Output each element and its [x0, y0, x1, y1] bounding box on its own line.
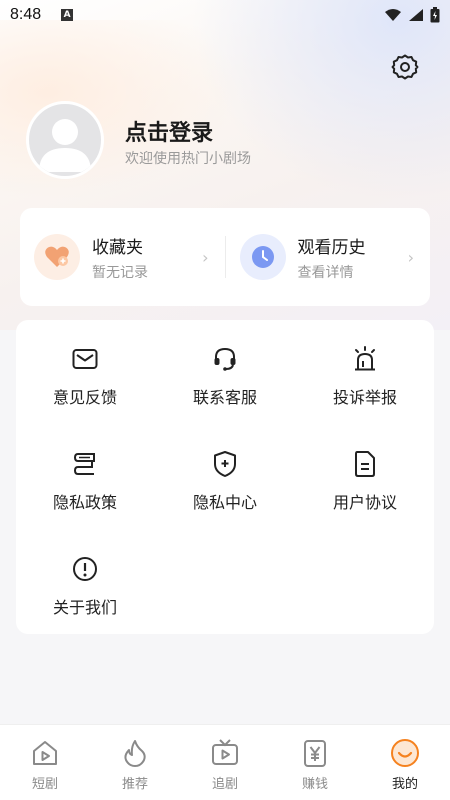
- menu-item-about[interactable]: 关于我们: [25, 554, 145, 618]
- policy-icon: [70, 449, 100, 479]
- history-text: 观看历史 查看详情: [298, 233, 366, 282]
- menu-label: 意见反馈: [52, 388, 117, 407]
- menu-item-user-agreement[interactable]: 用户协议: [305, 449, 425, 513]
- favorites-text: 收藏夹 暂无记录: [92, 233, 148, 282]
- document-icon: [350, 449, 380, 479]
- menu-item-privacy-policy[interactable]: 隐私政策: [25, 449, 145, 513]
- menu-label: 联系客服: [192, 388, 257, 407]
- favorites-subtitle: 暂无记录: [92, 264, 148, 281]
- menu-item-customer-service[interactable]: 联系客服: [165, 344, 285, 408]
- tab-follow[interactable]: 追剧: [180, 725, 270, 800]
- menu-item-feedback[interactable]: 意见反馈: [25, 344, 145, 408]
- home-play-icon: [29, 737, 61, 769]
- shield-icon: [210, 449, 240, 479]
- smile-icon: [389, 737, 421, 769]
- menu-item-report[interactable]: 投诉举报: [305, 344, 425, 408]
- signal-icon: [409, 9, 423, 21]
- tab-short-drama[interactable]: 短剧: [0, 725, 90, 800]
- default-avatar-icon: [39, 119, 91, 172]
- tab-label: 追剧: [211, 777, 238, 792]
- tab-label: 短剧: [31, 777, 58, 792]
- login-subtitle: 欢迎使用热门小剧场: [125, 151, 251, 167]
- battery-icon: [430, 7, 440, 23]
- avatar[interactable]: [26, 101, 104, 179]
- menu-label: 用户协议: [332, 493, 397, 512]
- menu-label: 隐私中心: [192, 493, 257, 512]
- history-title: 观看历史: [297, 237, 366, 258]
- tab-label: 赚钱: [301, 777, 328, 792]
- status-time: 8:48: [10, 6, 42, 23]
- tab-label: 我的: [391, 777, 418, 792]
- clock-icon: [239, 234, 286, 280]
- header-tint-warm: [0, 20, 240, 200]
- history-entry[interactable]: 观看历史 查看详情 ›: [226, 208, 431, 306]
- flame-icon: [119, 737, 151, 769]
- notification-icon: A: [61, 9, 74, 21]
- info-icon: [70, 554, 100, 584]
- yen-icon: [299, 737, 331, 769]
- status-bar: 8:48 A: [0, 0, 450, 30]
- menu-label: 关于我们: [52, 598, 117, 617]
- tab-earn[interactable]: 赚钱: [270, 725, 360, 800]
- history-subtitle: 查看详情: [297, 264, 354, 281]
- alarm-icon: [350, 344, 380, 374]
- quick-access-card: 收藏夹 暂无记录 › 观看历史 查看详情 ›: [20, 208, 430, 306]
- status-icons: [384, 7, 440, 23]
- headset-icon: [210, 344, 240, 374]
- menu-label: 隐私政策: [52, 493, 117, 512]
- tv-icon: [209, 737, 241, 769]
- settings-button[interactable]: [388, 50, 422, 84]
- menu-card: 意见反馈 联系客服 投诉举报 隐私政策 隐私中心 用户协议 关于我们: [16, 320, 434, 634]
- heart-icon: [34, 234, 80, 280]
- login-title[interactable]: 点击登录: [125, 115, 213, 147]
- tab-recommend[interactable]: 推荐: [90, 725, 180, 800]
- favorites-entry[interactable]: 收藏夹 暂无记录 ›: [20, 208, 225, 306]
- favorites-title: 收藏夹: [92, 237, 143, 258]
- bottom-tab-bar: 短剧 推荐 追剧 赚钱 我的: [0, 724, 450, 800]
- tab-mine[interactable]: 我的: [360, 725, 450, 800]
- menu-item-privacy-center[interactable]: 隐私中心: [165, 449, 285, 513]
- chevron-right-icon: ›: [407, 248, 414, 267]
- mail-icon: [70, 344, 100, 374]
- menu-label: 投诉举报: [332, 388, 397, 407]
- chevron-right-icon: ›: [202, 248, 209, 267]
- wifi-icon: [385, 9, 401, 21]
- gear-icon: [391, 54, 419, 80]
- tab-label: 推荐: [121, 777, 148, 792]
